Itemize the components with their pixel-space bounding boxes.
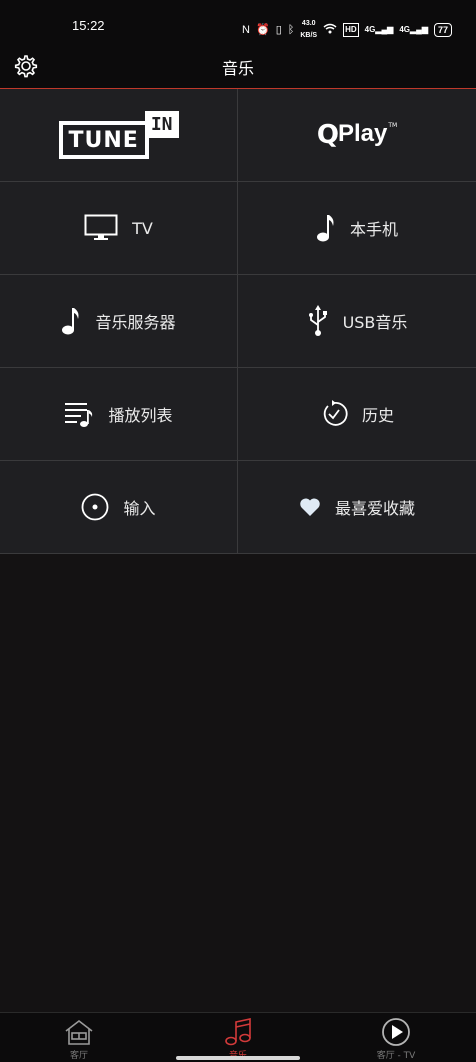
phone-tile[interactable]: 本手机 — [238, 182, 476, 274]
usb-tile[interactable]: USB音乐 — [238, 275, 476, 367]
vibrate-icon: ▯ — [275, 24, 282, 36]
input-tile[interactable]: 输入 — [0, 461, 237, 553]
tunein-logo: TUNE IN — [58, 111, 179, 159]
playlist-label: 播放列表 — [108, 406, 173, 425]
playlist-tile[interactable]: 播放列表 — [0, 368, 237, 460]
history-icon — [320, 400, 348, 428]
qplay-q-text: Q — [316, 120, 339, 150]
page-title: 音乐 — [221, 59, 254, 78]
music-note-icon — [225, 1018, 251, 1046]
music-note-icon — [316, 213, 336, 243]
history-tile[interactable]: 历史 — [238, 368, 476, 460]
disc-icon — [81, 493, 109, 521]
tv-icon — [84, 214, 118, 242]
heart-icon — [299, 497, 321, 517]
tv-tile[interactable]: TV — [0, 182, 237, 274]
qplay-tile[interactable]: Q Play TM — [238, 89, 476, 181]
net-speed: 43.0 KB/S — [300, 18, 317, 42]
nav-living-room[interactable]: 客厅 — [34, 1017, 124, 1061]
tunein-in-text: IN — [144, 111, 179, 138]
screen: 15:22 N ⏰ ▯ ᛒ 43.0 KB/S HD 4G▂▄▆ 4G▂▄▆ 7… — [0, 0, 476, 1062]
favorites-label: 最喜爱收藏 — [334, 499, 415, 518]
net-speed-unit: KB/S — [300, 32, 318, 39]
music-server-tile[interactable]: 音乐服务器 — [0, 275, 237, 367]
music-note-icon — [61, 306, 81, 336]
tunein-tile[interactable]: TUNE IN — [0, 89, 237, 181]
alarm-icon: ⏰ — [256, 24, 270, 36]
signal-label-1: 4G — [364, 25, 376, 34]
nav-living-room-tv[interactable]: 客厅 - TV — [351, 1017, 441, 1061]
status-icons: N ⏰ ▯ ᛒ 43.0 KB/S HD 4G▂▄▆ 4G▂▄▆ 77 — [242, 18, 452, 42]
wifi-icon — [323, 23, 337, 37]
qplay-play-text: Play — [337, 120, 388, 147]
bluetooth-icon: ᛒ — [287, 24, 295, 36]
phone-label: 本手机 — [349, 220, 398, 239]
house-icon — [65, 1019, 93, 1045]
app-header: 音乐 — [0, 40, 476, 89]
usb-label: USB音乐 — [342, 313, 408, 332]
status-bar: 15:22 N ⏰ ▯ ᛒ 43.0 KB/S HD 4G▂▄▆ 4G▂▄▆ 7… — [0, 0, 476, 40]
history-label: 历史 — [361, 406, 394, 425]
home-indicator[interactable] — [176, 1056, 300, 1060]
qplay-logo: Q Play TM — [317, 120, 397, 150]
nfc-icon: N — [242, 24, 250, 36]
source-grid: TUNE IN Q Play TM TV 本手机 音乐服务器 USB音乐 播放列… — [0, 89, 476, 554]
status-time: 15:22 — [72, 18, 105, 33]
signal-icon-2: 4G▂▄▆ — [399, 25, 428, 34]
hd-badge: HD — [343, 23, 359, 37]
signal-label-2: 4G — [399, 25, 410, 34]
usb-icon — [307, 305, 329, 337]
favorites-tile[interactable]: 最喜爱收藏 — [238, 461, 476, 553]
signal-icon-1: 4G▂▄▆ — [364, 25, 394, 34]
tunein-tune-text: TUNE — [58, 121, 149, 159]
qplay-tm-text: TM — [388, 122, 398, 129]
nav-music[interactable]: 音乐 — [193, 1017, 283, 1061]
music-server-label: 音乐服务器 — [95, 313, 176, 332]
input-label: 输入 — [123, 499, 156, 518]
nav-label: 客厅 - TV — [376, 1051, 416, 1061]
play-circle-icon — [382, 1018, 410, 1046]
bottom-nav: 客厅 音乐 客厅 — [0, 1012, 476, 1062]
nav-label: 客厅 — [69, 1051, 88, 1061]
playlist-icon — [64, 400, 94, 428]
battery-icon: 77 — [433, 23, 452, 37]
tv-label: TV — [132, 218, 153, 238]
net-speed-value: 43.0 — [301, 20, 316, 27]
